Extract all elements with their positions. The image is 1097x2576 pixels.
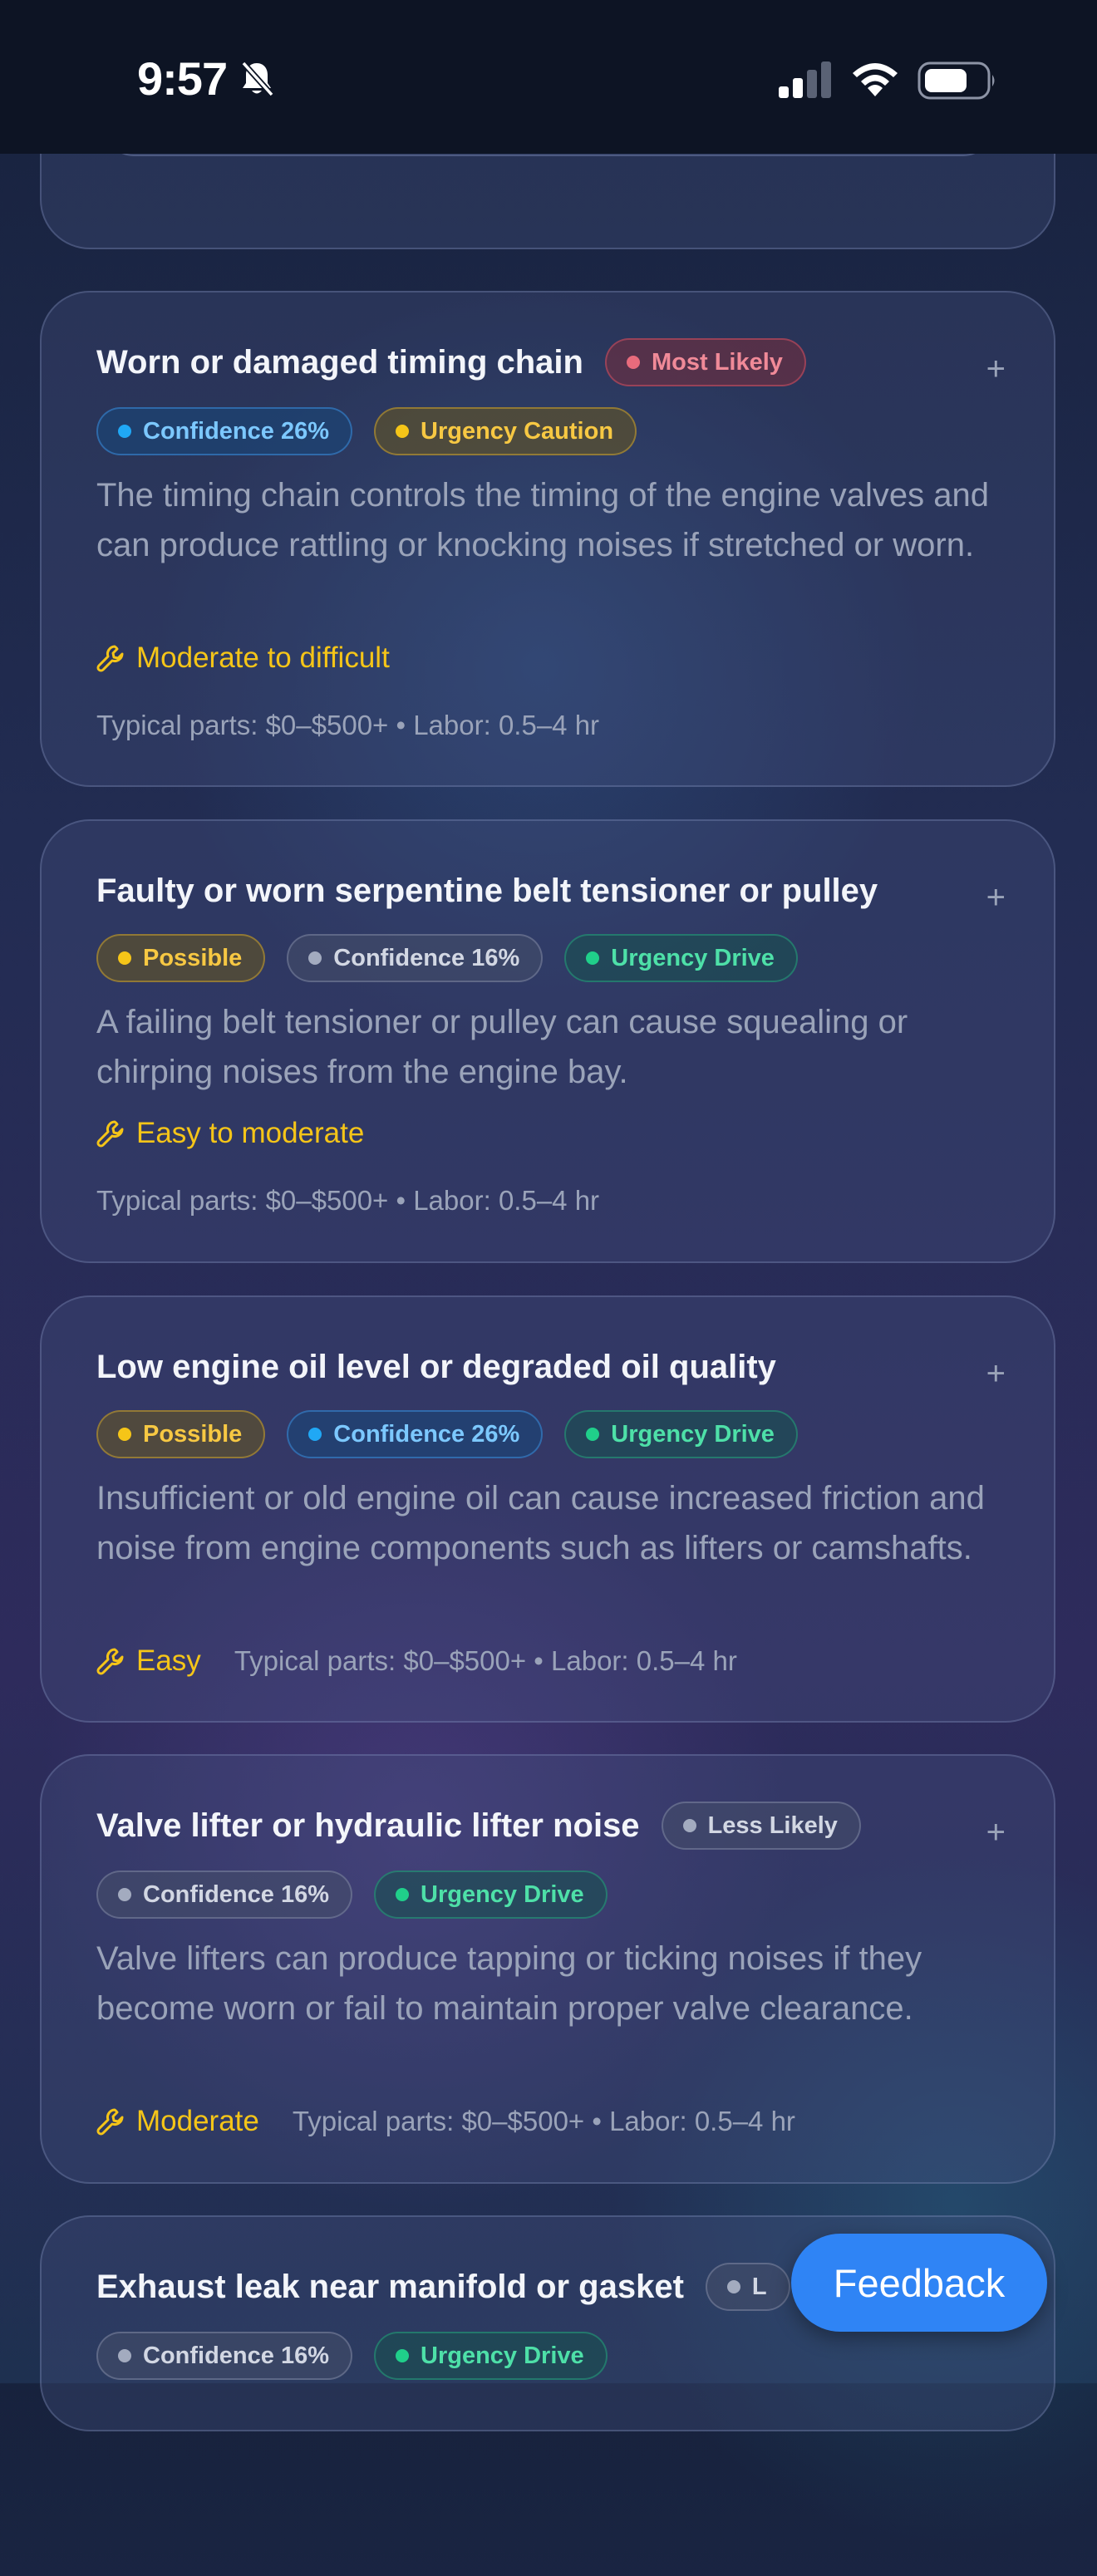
likelihood-label: Less Likely [707, 1812, 838, 1839]
likelihood-label: L [751, 2273, 767, 2300]
status-bar: 9:57 [0, 0, 1097, 154]
urgency-badge: Urgency Caution [374, 407, 637, 455]
cause-card[interactable]: Faulty or worn serpentine belt tensioner… [40, 819, 1055, 1263]
cause-card[interactable]: Low engine oil level or degraded oil qua… [40, 1295, 1055, 1723]
likelihood-dot [726, 2280, 740, 2293]
urgency-badge: Urgency Drive [374, 2332, 608, 2380]
expand-icon[interactable]: + [986, 351, 1006, 388]
confidence-badge: Confidence 16% [96, 1871, 352, 1919]
urgency-dot [586, 951, 600, 965]
likelihood-dot [118, 951, 131, 965]
difficulty-row: Moderate Typical parts: $0–$500+ • Labor… [96, 2105, 795, 2138]
cause-description: Insufficient or old engine oil can cause… [96, 1480, 985, 1566]
cause-description: The timing chain controls the timing of … [96, 477, 989, 563]
confidence-label: Confidence 16% [333, 944, 520, 971]
confidence-dot [118, 425, 131, 438]
likelihood-badge: L [705, 2263, 790, 2311]
wrench-icon [96, 1120, 124, 1148]
cause-title: Low engine oil level or degraded oil qua… [96, 1348, 776, 1385]
parts-labor-info: Typical parts: $0–$500+ • Labor: 0.5–4 h… [292, 2106, 795, 2136]
likelihood-badge: Most Likely [604, 338, 806, 386]
difficulty-row: Easy Typical parts: $0–$500+ • Labor: 0.… [96, 1644, 737, 1678]
likelihood-label: Possible [143, 944, 243, 971]
difficulty-label: Easy [136, 1644, 201, 1677]
cause-description: A failing belt tensioner or pulley can c… [96, 1004, 908, 1090]
likelihood-label: Possible [143, 1420, 243, 1448]
wrench-icon [96, 1648, 124, 1675]
expand-icon[interactable]: + [986, 1355, 1006, 1393]
confidence-label: Confidence 16% [143, 2342, 329, 2369]
difficulty-label: Easy to moderate [136, 1117, 365, 1149]
urgency-dot [396, 2349, 409, 2362]
confidence-badge: Confidence 16% [287, 934, 544, 982]
cause-description: Valve lifters can produce tapping or tic… [96, 1940, 922, 2027]
urgency-dot [396, 1888, 409, 1901]
cause-title: Worn or damaged timing chain [96, 343, 583, 381]
confidence-label: Confidence 26% [143, 417, 329, 445]
difficulty-label: Moderate to difficult [136, 642, 390, 674]
urgency-label: Urgency Caution [421, 417, 614, 445]
urgency-label: Urgency Drive [421, 2342, 584, 2369]
confidence-badge: Confidence 26% [287, 1410, 544, 1458]
confidence-badge: Confidence 16% [96, 2332, 352, 2380]
wifi-icon [853, 63, 898, 96]
parts-labor-info: Typical parts: $0–$500+ • Labor: 0.5–4 h… [96, 1185, 600, 1216]
likelihood-dot [118, 1428, 131, 1441]
confidence-dot [118, 1888, 131, 1901]
urgency-badge: Urgency Drive [374, 1871, 608, 1919]
difficulty-row: Moderate to difficult [96, 642, 390, 675]
battery-icon [917, 61, 995, 100]
urgency-label: Urgency Drive [611, 1420, 775, 1448]
confidence-dot [308, 951, 322, 965]
parts-labor-info: Typical parts: $0–$500+ • Labor: 0.5–4 h… [96, 710, 600, 740]
cellular-signal-icon [779, 61, 831, 98]
likelihood-badge: Possible [96, 934, 266, 982]
confidence-dot [118, 2349, 131, 2362]
cause-title: Valve lifter or hydraulic lifter noise [96, 1807, 640, 1844]
urgency-dot [586, 1428, 600, 1441]
cause-card[interactable]: Valve lifter or hydraulic lifter noise L… [40, 1754, 1055, 2184]
bell-muted-icon [241, 61, 274, 97]
urgency-label: Urgency Drive [421, 1880, 584, 1908]
feedback-button[interactable]: Feedback [791, 2234, 1047, 2332]
expand-icon[interactable]: + [986, 879, 1006, 917]
urgency-badge: Urgency Drive [564, 1410, 798, 1458]
urgency-label: Urgency Drive [611, 944, 775, 971]
confidence-badge: Confidence 26% [96, 407, 352, 455]
parts-labor-info: Typical parts: $0–$500+ • Labor: 0.5–4 h… [234, 1645, 737, 1676]
urgency-dot [396, 425, 409, 438]
wrench-icon [96, 2108, 124, 2136]
cause-card[interactable]: Worn or damaged timing chain Most Likely… [40, 291, 1055, 787]
confidence-label: Confidence 16% [143, 1880, 329, 1908]
cause-title: Exhaust leak near manifold or gasket [96, 2268, 684, 2305]
difficulty-row: Easy to moderate [96, 1117, 364, 1150]
status-time: 9:57 [137, 52, 228, 105]
urgency-badge: Urgency Drive [564, 934, 798, 982]
likelihood-dot [682, 1819, 696, 1832]
likelihood-badge: Less Likely [661, 1802, 861, 1850]
likelihood-label: Most Likely [651, 348, 783, 376]
cause-title: Faulty or worn serpentine belt tensioner… [96, 872, 878, 909]
confidence-label: Confidence 26% [333, 1420, 520, 1448]
confidence-dot [308, 1428, 322, 1441]
wrench-icon [96, 645, 124, 672]
likelihood-dot [626, 356, 640, 369]
likelihood-badge: Possible [96, 1410, 266, 1458]
difficulty-label: Moderate [136, 2105, 259, 2137]
expand-icon[interactable]: + [986, 1814, 1006, 1851]
